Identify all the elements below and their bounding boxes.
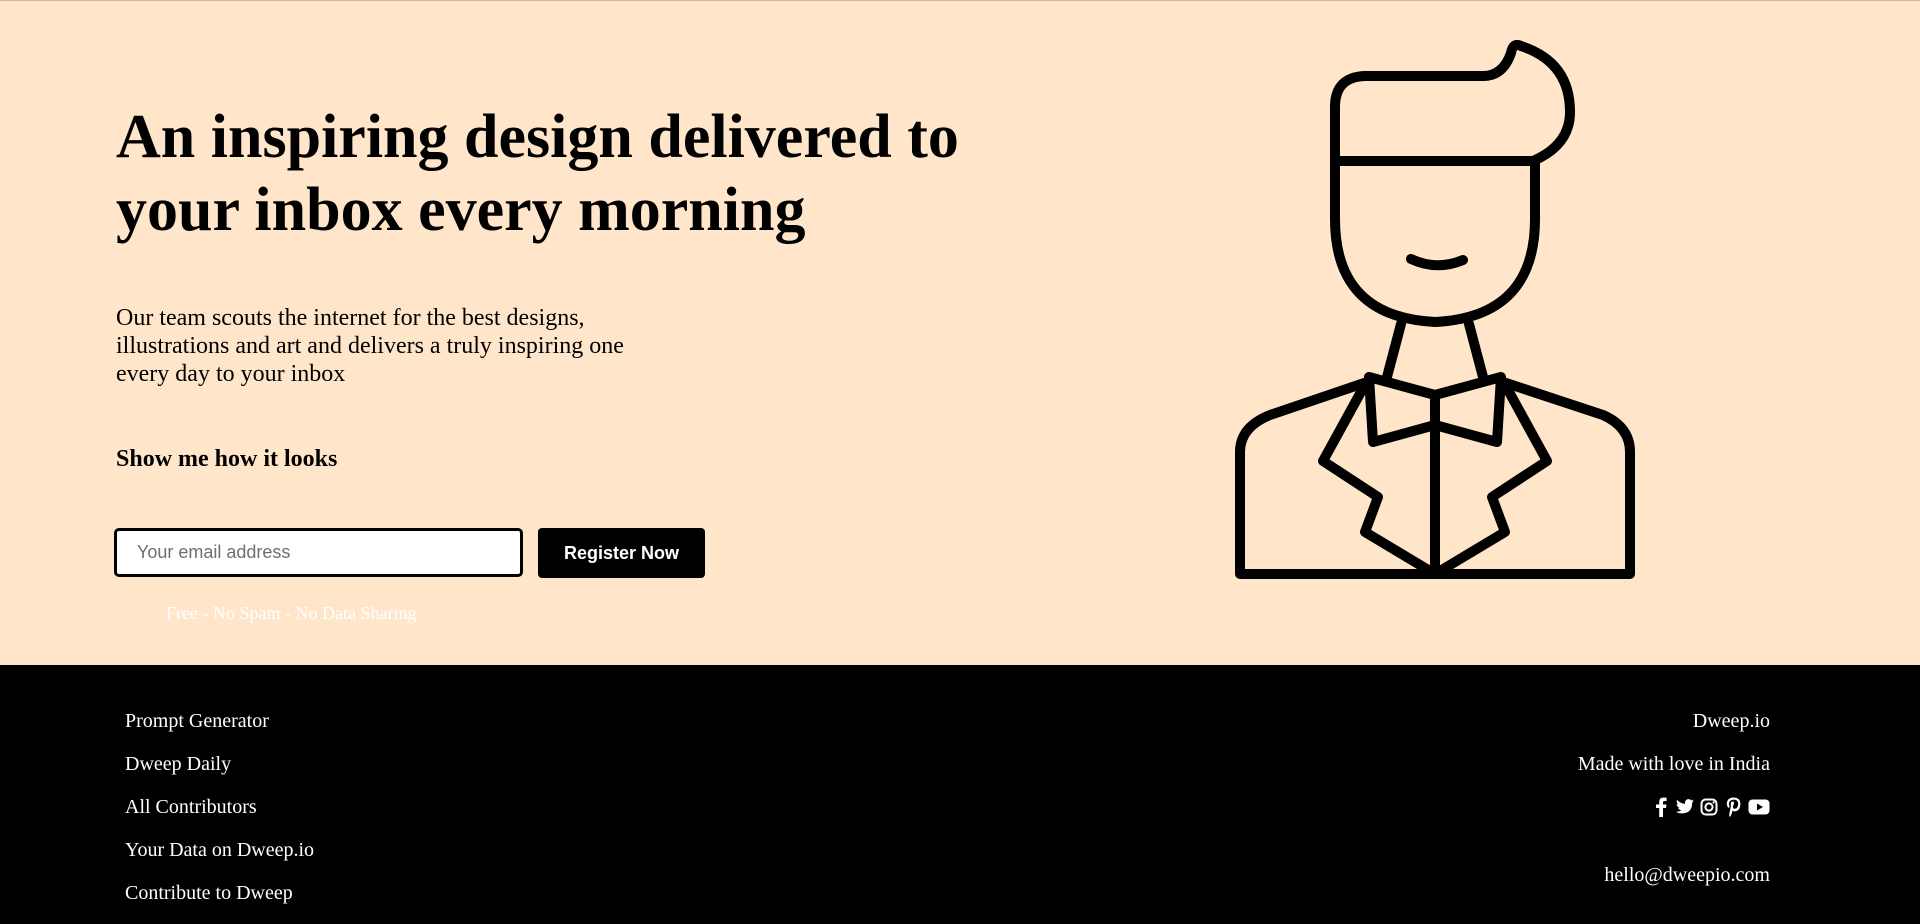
facebook-icon[interactable] (1652, 797, 1670, 817)
footer-link-contribute[interactable]: Contribute to Dweep (125, 881, 314, 924)
pinterest-icon[interactable] (1724, 797, 1742, 817)
hero-section: An inspiring design delivered to your in… (0, 1, 1920, 665)
show-me-link[interactable]: Show me how it looks (116, 446, 337, 473)
register-button[interactable]: Register Now (538, 528, 705, 578)
fine-print-text: Free - No Spam - No Data Sharing (166, 603, 417, 623)
instagram-icon[interactable] (1700, 797, 1718, 817)
footer-tagline: Made with love in India (1577, 753, 1770, 775)
site-footer: Prompt Generator Dweep Daily All Contrib… (0, 665, 1920, 924)
footer-link-all-contributors[interactable]: All Contributors (125, 795, 314, 838)
social-icons (1578, 795, 1770, 819)
footer-right-column: Dweep.io Made with love in India hello@d… (1578, 709, 1770, 906)
footer-link-prompt-generator[interactable]: Prompt Generator (125, 709, 314, 752)
youtube-icon[interactable] (1748, 797, 1770, 817)
footer-links: Prompt Generator Dweep Daily All Contrib… (125, 709, 314, 924)
hero-description: Our team scouts the internet for the bes… (116, 305, 624, 387)
footer-link-your-data[interactable]: Your Data on Dweep.io (125, 838, 314, 881)
twitter-icon[interactable] (1676, 797, 1694, 817)
man-with-bowtie-illustration (1235, 39, 1635, 579)
footer-brand[interactable]: Dweep.io (1578, 709, 1770, 752)
footer-email[interactable]: hello@dweepio.com (1578, 863, 1770, 906)
page-headline: An inspiring design delivered to your in… (116, 103, 959, 244)
email-input[interactable] (114, 528, 523, 577)
footer-link-dweep-daily[interactable]: Dweep Daily (125, 752, 314, 795)
